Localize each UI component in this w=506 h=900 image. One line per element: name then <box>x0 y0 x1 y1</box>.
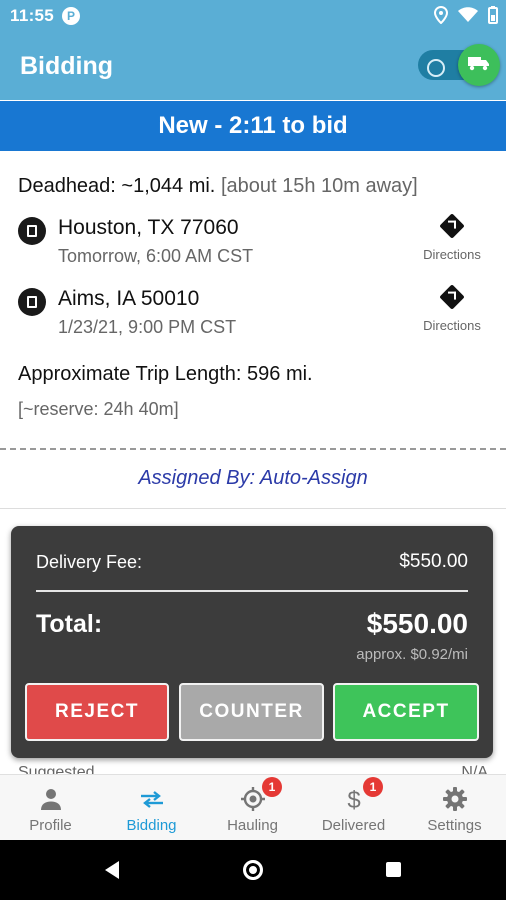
truck-icon <box>468 57 489 71</box>
suggested-value: N/A <box>461 764 488 774</box>
bottom-nav: Profile Bidding 1 Hauling $ 1 Delivered … <box>0 774 506 840</box>
nav-settings[interactable]: Settings <box>404 775 505 841</box>
app-notification-icon: P <box>62 7 80 25</box>
hauling-badge: 1 <box>262 777 282 797</box>
status-bar: 11:55 P <box>0 0 506 32</box>
delivery-fee-value: $550.00 <box>399 551 468 572</box>
dropoff-city: Aims, IA 50010 <box>58 287 200 310</box>
directions-icon <box>439 284 465 310</box>
nav-label: Profile <box>29 817 72 834</box>
accept-button[interactable]: ACCEPT <box>333 683 479 741</box>
nav-label: Settings <box>427 817 482 834</box>
total-label: Total: <box>36 610 103 638</box>
svg-text:$: $ <box>347 787 360 813</box>
system-nav-bar <box>0 840 506 900</box>
nav-delivered[interactable]: $ 1 Delivered <box>303 775 404 841</box>
pickup-directions-button[interactable]: Directions <box>416 213 488 262</box>
person-icon <box>41 789 61 810</box>
availability-toggle[interactable] <box>418 44 502 86</box>
home-icon[interactable] <box>243 860 263 880</box>
no-entry-icon <box>427 59 445 77</box>
wifi-icon <box>458 7 478 28</box>
battery-icon <box>488 6 498 29</box>
gear-icon <box>443 787 467 811</box>
pickup-box-icon <box>18 217 46 245</box>
reject-button[interactable]: REJECT <box>25 683 169 741</box>
deadhead-distance: Deadhead: ~1,044 mi. <box>18 175 216 197</box>
divider <box>0 508 506 509</box>
nav-label: Hauling <box>227 817 278 834</box>
suggested-row: Suggested N/A <box>18 764 488 774</box>
status-time: 11:55 <box>10 6 55 25</box>
suggested-label: Suggested <box>18 764 95 774</box>
nav-hauling[interactable]: 1 Hauling <box>202 775 303 841</box>
deadhead-eta: [about 15h 10m away] <box>220 175 418 197</box>
nav-profile[interactable]: Profile <box>0 775 101 841</box>
directions-label: Directions <box>423 318 481 333</box>
dropoff-box-icon <box>18 288 46 316</box>
dropoff-stop: Aims, IA 50010 1/23/21, 9:00 PM CST Dire… <box>18 284 488 340</box>
bid-timer-banner: New - 2:11 to bid <box>0 101 506 151</box>
dropoff-time: 1/23/21, 9:00 PM CST <box>58 317 237 337</box>
counter-button[interactable]: COUNTER <box>179 683 324 741</box>
dropoff-directions-button[interactable]: Directions <box>416 284 488 333</box>
trip-length: Approximate Trip Length: 596 mi. <box>18 363 313 385</box>
reserve-time: [~reserve: 24h 40m] <box>18 399 179 419</box>
price-card: Delivery Fee: $550.00 Total: $550.00 app… <box>11 526 493 758</box>
app-bar: Bidding <box>0 32 506 100</box>
back-icon[interactable] <box>105 861 119 879</box>
delivery-fee-label: Delivery Fee: <box>36 552 143 572</box>
swap-arrows-icon <box>141 791 163 808</box>
recents-icon[interactable] <box>386 862 401 877</box>
dashed-divider <box>0 448 506 450</box>
pickup-time: Tomorrow, 6:00 AM CST <box>58 246 254 266</box>
delivered-badge: 1 <box>363 777 383 797</box>
toggle-knob[interactable] <box>458 44 500 86</box>
total-value: $550.00 <box>366 608 468 639</box>
assigned-by: Assigned By: Auto-Assign <box>138 467 368 489</box>
card-divider <box>36 590 468 592</box>
approx-rate: approx. $0.92/mi <box>356 646 468 663</box>
directions-label: Directions <box>423 247 481 262</box>
directions-icon <box>439 213 465 239</box>
deadhead-row: Deadhead: ~1,044 mi. [about 15h 10m away… <box>18 175 418 198</box>
nav-bidding[interactable]: Bidding <box>101 775 202 841</box>
pickup-stop: Houston, TX 77060 Tomorrow, 6:00 AM CST … <box>18 213 488 269</box>
nav-label: Delivered <box>321 817 386 834</box>
page-title: Bidding <box>20 52 114 80</box>
pickup-city: Houston, TX 77060 <box>58 216 239 239</box>
nav-label: Bidding <box>126 817 177 834</box>
location-icon <box>433 5 449 29</box>
